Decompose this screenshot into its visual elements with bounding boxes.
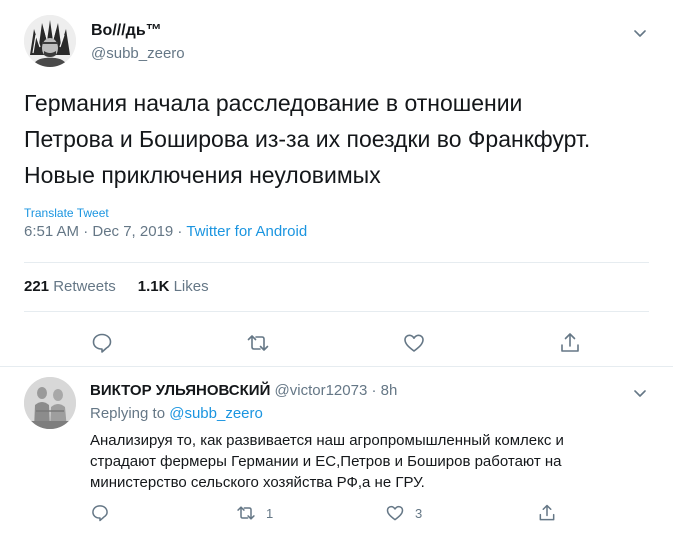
tweet-text-line: Петрова и Боширова из-за их поездки во Ф… (24, 126, 591, 152)
reply-header: ВИКТОР УЛЬЯНОВСКИЙ @victor12073 · 8h (90, 382, 397, 399)
reply-tweet[interactable]: ВИКТОР УЛЬЯНОВСКИЙ @victor12073 · 8h Rep… (0, 366, 673, 535)
reply-like-button[interactable]: 3 (385, 503, 422, 523)
chevron-down-icon[interactable] (632, 385, 648, 401)
tweet-timestamp[interactable]: 6:51 AM · Dec 7, 2019 · (24, 223, 186, 240)
reply-author-handle-time[interactable]: @victor12073 · 8h (270, 382, 398, 399)
divider (24, 262, 649, 263)
reply-like-count: 3 (415, 505, 423, 521)
chevron-down-icon[interactable] (632, 25, 648, 41)
tweet-text-line: Германия начала расследование в отношени… (24, 90, 523, 116)
replying-to: Replying to @subb_zeero (90, 405, 263, 422)
likes-stat[interactable]: 1.1K Likes (138, 278, 209, 295)
retweet-icon[interactable] (246, 331, 270, 355)
reply-text: Анализируя то, как развивается наш агроп… (90, 430, 660, 493)
reply-retweet-count: 1 (266, 505, 274, 521)
divider (24, 311, 649, 312)
retweets-stat[interactable]: 221 Retweets (24, 278, 116, 295)
likes-count: 1.1K (137, 278, 170, 295)
reply-author-name[interactable]: ВИКТОР УЛЬЯНОВСКИЙ (90, 382, 270, 399)
tweet-text: Германия начала расследование в отношени… (24, 85, 664, 193)
retweets-count: 221 (24, 278, 50, 295)
reply-share-button[interactable] (537, 503, 557, 523)
retweet-icon (236, 503, 256, 523)
author-name[interactable]: Bo///дь™ (91, 22, 162, 40)
tweet-source-link[interactable]: Twitter for Android (186, 223, 307, 240)
comment-icon (90, 503, 110, 523)
reply-retweet-button[interactable]: 1 (236, 503, 273, 523)
reply-text-line: министерство сельского хозяйства РФ,а не… (90, 474, 425, 491)
tweet-text-line: Новые приключения неуловимых (24, 162, 381, 188)
likes-label: Likes (173, 278, 209, 295)
heart-icon[interactable] (402, 331, 426, 355)
main-tweet: Bo///дь™ @subb_zeero Германия начала рас… (0, 0, 673, 366)
comment-icon[interactable] (90, 331, 114, 355)
replying-to-mention[interactable]: @subb_zeero (169, 405, 263, 422)
reply-text-line: страдают фермеры Германии и ЕС,Петров и … (90, 453, 562, 470)
tweet-detail-page: Bo///дь™ @subb_zeero Германия начала рас… (0, 0, 673, 535)
avatar-image (24, 377, 76, 429)
author-handle[interactable]: @subb_zeero (91, 45, 185, 62)
share-icon[interactable] (558, 331, 582, 355)
tweet-meta: 6:51 AM · Dec 7, 2019 · Twitter for Andr… (24, 223, 307, 240)
retweets-label: Retweets (53, 278, 116, 295)
reply-comment-button[interactable] (90, 503, 110, 523)
avatar[interactable] (24, 15, 76, 67)
tweet-stats: 221 Retweets 1.1K Likes (24, 278, 209, 295)
avatar[interactable] (24, 377, 76, 429)
heart-icon (385, 503, 405, 523)
replying-to-label: Replying to (90, 405, 170, 422)
reply-text-line: Анализируя то, как развивается наш агроп… (90, 432, 564, 449)
avatar-image (24, 15, 76, 67)
share-icon (537, 503, 557, 523)
translate-tweet-link[interactable]: Translate Tweet (24, 206, 109, 220)
